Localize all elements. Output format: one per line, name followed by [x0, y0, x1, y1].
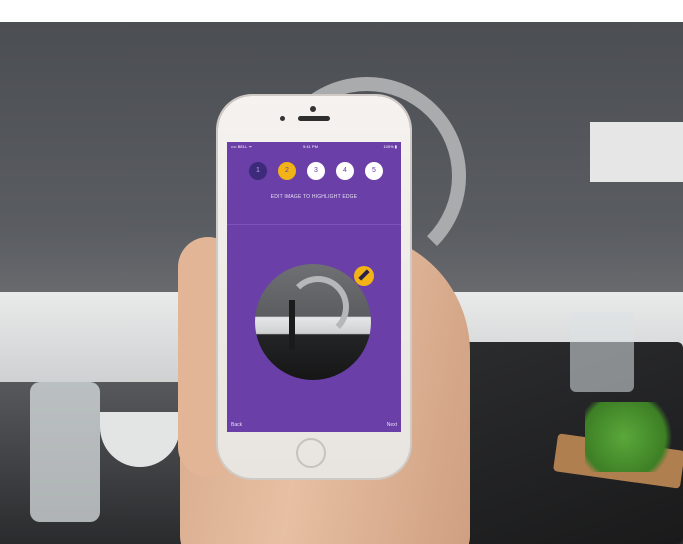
back-button[interactable]: Back: [231, 422, 242, 428]
step-3[interactable]: 3: [307, 162, 325, 180]
step-indicator: 1 2 3 4 5: [227, 162, 401, 182]
page: •••• BELL ᯤ 9:41 PM 100% ▮ 1 2 3 4 5 EDI…: [0, 0, 683, 544]
step-5[interactable]: 5: [365, 162, 383, 180]
instruction-text: EDIT IMAGE TO HIGHLIGHT EDGE: [270, 194, 358, 200]
preview-faucet-stem: [289, 300, 295, 350]
shelf: [590, 122, 683, 182]
edit-image-button[interactable]: [354, 266, 374, 286]
bowl: [100, 412, 180, 467]
earpiece-speaker: [298, 116, 330, 121]
front-camera: [310, 106, 316, 112]
smartphone: •••• BELL ᯤ 9:41 PM 100% ▮ 1 2 3 4 5 EDI…: [218, 96, 410, 478]
home-button[interactable]: [296, 438, 326, 468]
next-button[interactable]: Next: [387, 422, 397, 428]
status-battery: 100% ▮: [383, 144, 397, 149]
pencil-icon: [358, 269, 370, 281]
status-time: 9:41 PM: [303, 144, 318, 149]
step-4[interactable]: 4: [336, 162, 354, 180]
herbs: [585, 402, 683, 472]
step-2[interactable]: 2: [278, 162, 296, 180]
bottom-nav: Back Next: [227, 418, 401, 432]
glass: [570, 312, 634, 392]
preview-faucet: [287, 276, 349, 338]
step-1[interactable]: 1: [249, 162, 267, 180]
status-carrier: •••• BELL ᯤ: [231, 144, 253, 149]
glass-jar: [30, 382, 100, 522]
app-screen: •••• BELL ᯤ 9:41 PM 100% ▮ 1 2 3 4 5 EDI…: [227, 142, 401, 432]
divider: [227, 224, 401, 225]
top-bar: [0, 0, 683, 22]
status-bar: •••• BELL ᯤ 9:41 PM 100% ▮: [227, 142, 401, 152]
image-preview[interactable]: [255, 264, 371, 380]
sensor: [280, 116, 285, 121]
